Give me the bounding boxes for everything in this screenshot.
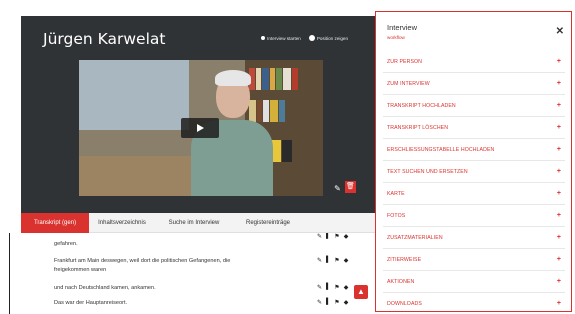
trash-icon[interactable]: 🗑 [345, 181, 356, 193]
plus-icon: + [556, 124, 561, 131]
segment-actions: ✎ ▌ ⚑ ◆ [317, 257, 348, 264]
transcript-line: Das war der Hauptanreiseort. [54, 300, 128, 306]
sidebar-item-label: ZUR PERSON [387, 58, 423, 65]
scroll-to-top-button[interactable]: ▲ [354, 285, 368, 299]
plus-icon: + [556, 58, 561, 65]
sidebar-item-label: ZUSATZMATERIALIEN [387, 234, 443, 241]
arrow-up-icon: ▲ [357, 287, 365, 296]
segment-actions: ✎ ▌ ⚑ ◆ [317, 299, 348, 306]
pencil-icon[interactable]: ✎ [317, 233, 322, 240]
plus-icon: + [556, 256, 561, 263]
plus-icon: + [556, 212, 561, 219]
tag-icon[interactable]: ◆ [344, 257, 349, 264]
plus-icon: + [556, 300, 561, 307]
interview-sidebar: Interview workflow ✕ ZUR PERSON + ZUM INT… [375, 11, 572, 312]
plus-icon: + [556, 146, 561, 153]
toggle-label-position: Position zeigen [316, 35, 348, 41]
sidebar-item-label: TRANSKRIPT HOCHLADEN [387, 102, 456, 109]
person-name: Jürgen Karwelat [43, 30, 166, 48]
plus-icon: + [556, 234, 561, 241]
transcript-panel: gefahren. ✎ ▌ ⚑ ◆ Frankfurt am Main desw… [21, 233, 376, 314]
transcript-line: gefahren. [54, 241, 78, 247]
sidebar-item-label: ERSCHLIESSUNGSTABELLE HOCHLADEN [387, 146, 495, 153]
pencil-icon[interactable]: ✎ [317, 284, 322, 291]
close-icon[interactable]: ✕ [556, 26, 564, 37]
sidebar-item-transkript-hochladen[interactable]: TRANSKRIPT HOCHLADEN + [383, 95, 565, 117]
video-player[interactable] [79, 60, 323, 196]
page: Jürgen Karwelat Interview starten Positi… [0, 0, 575, 314]
toggle-option-position[interactable]: Position zeigen [308, 35, 348, 41]
sidebar-item-zitierweise[interactable]: ZITIERWEISE + [383, 249, 565, 271]
sidebar-item-transkript-loeschen[interactable]: TRANSKRIPT LÖSCHEN + [383, 117, 565, 139]
divider [9, 233, 10, 314]
transcript-line: freigekommen waren [54, 267, 107, 273]
sidebar-menu: ZUR PERSON + ZUM INTERVIEW + TRANSKRIPT HO… [383, 51, 565, 314]
sidebar-item-label: ZUM INTERVIEW [387, 80, 430, 87]
radio-dot-icon [261, 36, 266, 40]
video-still-window [79, 60, 189, 130]
toggle-label-interview: Interview starten [267, 35, 301, 41]
tag-icon[interactable]: ◆ [344, 233, 349, 240]
plus-icon: + [556, 278, 561, 285]
view-toggle: Interview starten Position zeigen [261, 35, 348, 41]
sidebar-item-label: KARTE [387, 190, 405, 197]
segment-actions: ✎ ▌ ⚑ ◆ [317, 233, 348, 240]
sidebar-item-label: FOTOS [387, 212, 406, 219]
sidebar-item-text-suchen[interactable]: TEXT SUCHEN UND ERSETZEN + [383, 161, 565, 183]
transcript-line: Frankfurt am Main deswegen, weil dort di… [54, 258, 231, 264]
tab-transkript[interactable]: Transkript (gen) [21, 213, 89, 233]
sidebar-item-downloads[interactable]: DOWNLOADS + [383, 293, 565, 314]
flag-icon[interactable]: ⚑ [334, 284, 339, 291]
sidebar-item-label: AKTIONEN [387, 278, 415, 285]
tag-icon[interactable]: ◆ [344, 284, 349, 291]
pencil-icon[interactable]: ✎ [317, 299, 322, 306]
transcript-line: und nach Deutschland kamen, ankamen. [54, 285, 156, 291]
edit-icon[interactable]: ▌ [326, 284, 330, 291]
pencil-icon[interactable]: ✎ [317, 257, 322, 264]
sidebar-item-aktionen[interactable]: AKTIONEN + [383, 271, 565, 293]
toggle-option-interview[interactable]: Interview starten [261, 36, 301, 41]
play-button[interactable] [181, 118, 219, 138]
transcript-tabs: Transkript (gen) Inhaltsverzeichnis Such… [21, 213, 376, 233]
plus-icon: + [556, 168, 561, 175]
plus-icon: + [556, 102, 561, 109]
sidebar-subtitle[interactable]: workflow [387, 35, 405, 40]
flag-icon[interactable]: ⚑ [334, 257, 339, 264]
sidebar-item-label: DOWNLOADS [387, 300, 422, 307]
plus-icon: + [556, 80, 561, 87]
edit-icon[interactable]: ▌ [326, 233, 330, 240]
play-icon [196, 124, 204, 132]
tab-inhaltsverzeichnis[interactable]: Inhaltsverzeichnis [89, 213, 155, 233]
edit-icon[interactable]: ✎ [333, 184, 342, 193]
plus-icon: + [556, 190, 561, 197]
video-panel: Jürgen Karwelat Interview starten Positi… [21, 16, 376, 213]
radio-dot-icon [308, 35, 315, 41]
segment-actions: ✎ ▌ ⚑ ◆ [317, 284, 348, 291]
sidebar-item-zur-person[interactable]: ZUR PERSON + [383, 51, 565, 73]
flag-icon[interactable]: ⚑ [334, 299, 339, 306]
sidebar-item-erschliessungstabelle[interactable]: ERSCHLIESSUNGSTABELLE HOCHLADEN + [383, 139, 565, 161]
sidebar-title: Interview [387, 23, 418, 32]
sidebar-item-label: TRANSKRIPT LÖSCHEN [387, 124, 449, 131]
edit-icon[interactable]: ▌ [326, 257, 330, 264]
sidebar-item-karte[interactable]: KARTE + [383, 183, 565, 205]
sidebar-item-fotos[interactable]: FOTOS + [383, 205, 565, 227]
sidebar-item-label: ZITIERWEISE [387, 256, 422, 263]
tag-icon[interactable]: ◆ [344, 299, 349, 306]
flag-icon[interactable]: ⚑ [334, 233, 339, 240]
sidebar-item-label: TEXT SUCHEN UND ERSETZEN [387, 168, 468, 175]
sidebar-item-zum-interview[interactable]: ZUM INTERVIEW + [383, 73, 565, 95]
tab-suche-im-interview[interactable]: Suche im Interview [155, 213, 233, 233]
sidebar-item-zusatzmaterialien[interactable]: ZUSATZMATERIALIEN + [383, 227, 565, 249]
tab-registereintraege[interactable]: Registereinträge [233, 213, 303, 233]
edit-icon[interactable]: ▌ [326, 299, 330, 306]
